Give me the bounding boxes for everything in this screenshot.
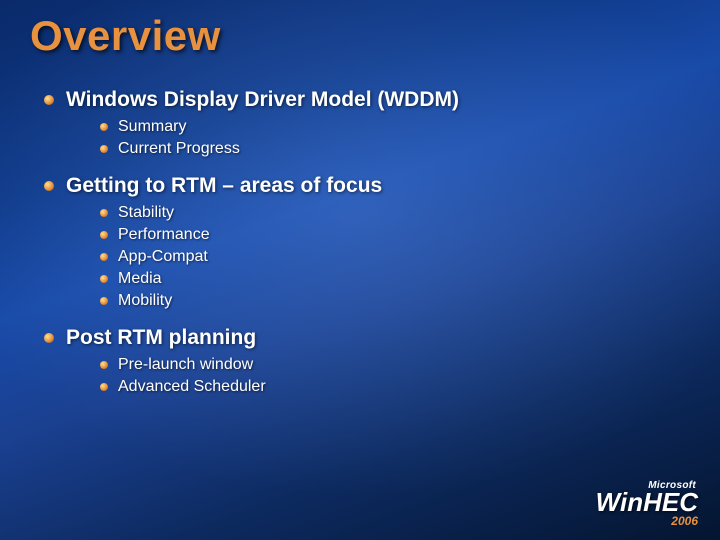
list-item: Pre-launch window <box>100 356 690 374</box>
bullet-list: Windows Display Driver Model (WDDM) Summ… <box>44 88 690 396</box>
list-item: Stability <box>100 204 690 222</box>
list-item: Advanced Scheduler <box>100 378 690 396</box>
winhec-logo: Microsoft WinHEC 2006 <box>596 480 698 528</box>
list-item: Performance <box>100 226 690 244</box>
sub-list: Summary Current Progress <box>100 118 690 158</box>
section-heading: Getting to RTM – areas of focus Stabilit… <box>44 174 690 310</box>
section-heading-text: Windows Display Driver Model (WDDM) <box>66 88 459 111</box>
list-item: Summary <box>100 118 690 136</box>
list-item: App-Compat <box>100 248 690 266</box>
logo-hec-text: HEC <box>643 487 698 517</box>
logo-win-text: Win <box>596 487 643 517</box>
slide: Overview Windows Display Driver Model (W… <box>0 0 720 540</box>
list-item: Current Progress <box>100 140 690 158</box>
section-heading-text: Post RTM planning <box>66 326 256 349</box>
slide-title: Overview <box>30 12 690 60</box>
section-heading: Post RTM planning Pre-launch window Adva… <box>44 326 690 396</box>
sub-list: Pre-launch window Advanced Scheduler <box>100 356 690 396</box>
section-heading: Windows Display Driver Model (WDDM) Summ… <box>44 88 690 158</box>
section-heading-text: Getting to RTM – areas of focus <box>66 174 382 197</box>
logo-brand-main: WinHEC <box>596 487 698 517</box>
list-item: Media <box>100 270 690 288</box>
sub-list: Stability Performance App-Compat Media M… <box>100 204 690 310</box>
list-item: Mobility <box>100 292 690 310</box>
